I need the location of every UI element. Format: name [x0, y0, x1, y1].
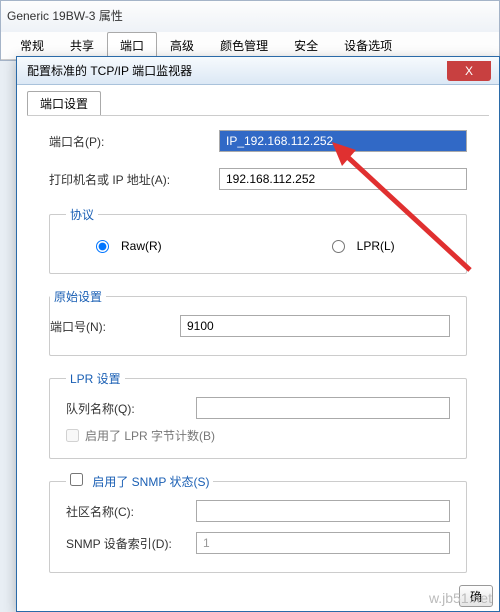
- watermark-text: w.jb51.net: [429, 590, 492, 606]
- snmp-enable-checkbox[interactable]: [70, 473, 83, 486]
- lpr-bytecount-checkbox: [66, 429, 79, 442]
- community-input: [196, 500, 450, 522]
- tab-general[interactable]: 常规: [7, 32, 57, 59]
- tab-advanced[interactable]: 高级: [157, 32, 207, 59]
- window-title: Generic 19BW-3 属性: [1, 1, 499, 32]
- dialog-titlebar: 配置标准的 TCP/IP 端口监视器 X: [17, 57, 499, 85]
- raw-settings-legend: 原始设置: [50, 288, 106, 305]
- tcpip-port-dialog: 配置标准的 TCP/IP 端口监视器 X 端口设置 端口名(P): 打印机名或 …: [16, 56, 500, 612]
- protocol-fieldset: 协议 Raw(R) LPR(L): [49, 206, 467, 274]
- raw-radio[interactable]: Raw(R): [96, 239, 162, 253]
- printer-properties-window: Generic 19BW-3 属性 常规 共享 端口 高级 颜色管理 安全 设备…: [0, 0, 500, 61]
- address-label: 打印机名或 IP 地址(A):: [49, 171, 219, 188]
- tab-port-settings[interactable]: 端口设置: [27, 91, 101, 115]
- protocol-legend: 协议: [66, 206, 98, 223]
- tab-color[interactable]: 颜色管理: [207, 32, 281, 59]
- tab-sharing[interactable]: 共享: [57, 32, 107, 59]
- snmp-index-input: [196, 532, 450, 554]
- lpr-bytecount-label: 启用了 LPR 字节计数(B): [85, 427, 215, 444]
- close-button[interactable]: X: [447, 61, 491, 81]
- lpr-radio-input[interactable]: [332, 240, 345, 253]
- snmp-legend: 启用了 SNMP 状态(S): [66, 473, 213, 490]
- queue-label: 队列名称(Q):: [66, 400, 196, 417]
- close-icon: X: [465, 64, 473, 78]
- tab-security[interactable]: 安全: [281, 32, 331, 59]
- snmp-index-label: SNMP 设备索引(D):: [66, 535, 196, 552]
- lpr-settings-fieldset: LPR 设置 队列名称(Q): 启用了 LPR 字节计数(B): [49, 370, 467, 459]
- community-label: 社区名称(C):: [66, 503, 196, 520]
- port-name-input[interactable]: [219, 130, 467, 152]
- lpr-radio[interactable]: LPR(L): [332, 239, 395, 253]
- snmp-fieldset: 启用了 SNMP 状态(S) 社区名称(C): SNMP 设备索引(D):: [49, 473, 467, 573]
- raw-settings-fieldset: 原始设置 端口号(N):: [49, 288, 467, 356]
- tab-device[interactable]: 设备选项: [331, 32, 405, 59]
- dialog-title: 配置标准的 TCP/IP 端口监视器: [27, 62, 192, 79]
- dialog-body: 端口名(P): 打印机名或 IP 地址(A): 协议 Raw(R) LPR(L)…: [27, 115, 489, 601]
- port-no-input[interactable]: [180, 315, 450, 337]
- address-input[interactable]: [219, 168, 467, 190]
- port-name-label: 端口名(P):: [49, 133, 219, 150]
- raw-radio-input[interactable]: [96, 240, 109, 253]
- lpr-settings-legend: LPR 设置: [66, 370, 125, 387]
- queue-input: [196, 397, 450, 419]
- inner-tabstrip: 端口设置: [17, 85, 499, 115]
- port-no-label: 端口号(N):: [50, 318, 180, 335]
